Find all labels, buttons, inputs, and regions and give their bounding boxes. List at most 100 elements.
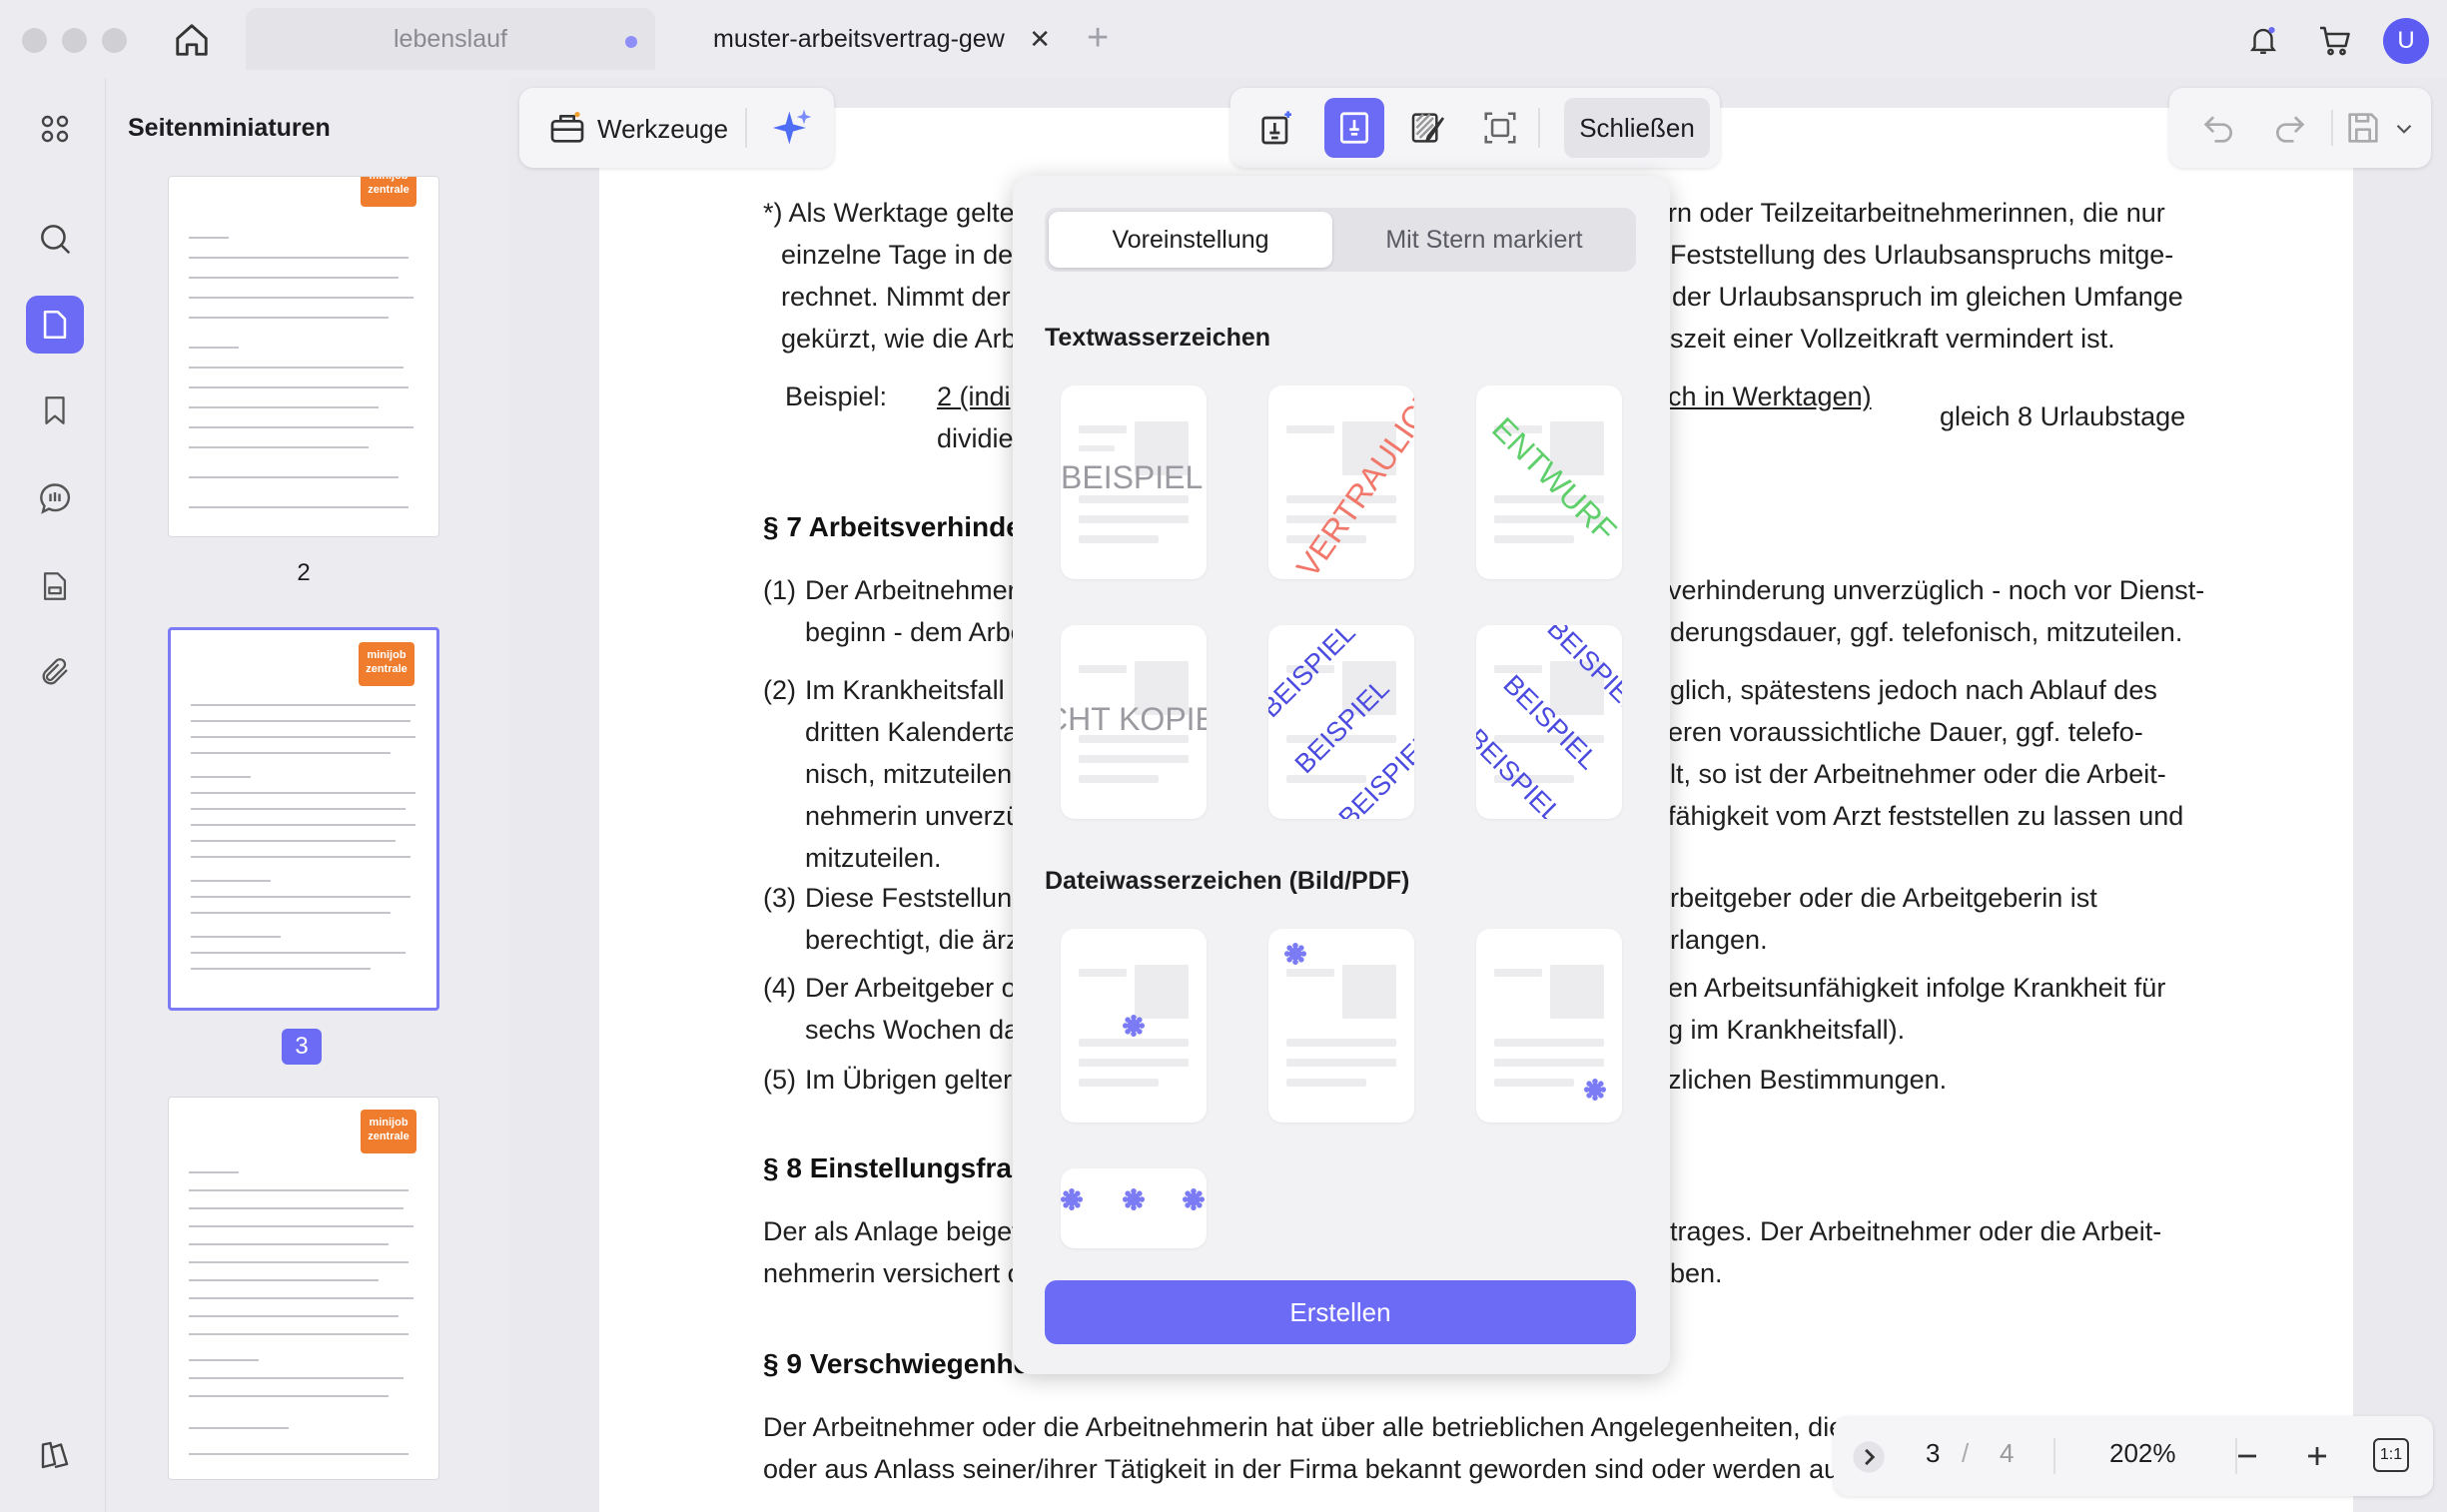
watermark-preview-text: NICHT KOPIEREN — [1061, 701, 1207, 737]
close-tab-icon[interactable]: ✕ — [1029, 24, 1051, 55]
file-watermark-preset-top-left[interactable] — [1268, 929, 1414, 1123]
unsaved-dot-icon — [625, 36, 637, 48]
tools-button[interactable]: Werkzeuge — [519, 88, 834, 168]
add-watermark-button[interactable] — [1246, 98, 1306, 158]
thumbnail-page-2[interactable]: minijob zentrale — [168, 176, 439, 537]
doc-line: nehmerin unverzü — [805, 801, 1022, 831]
doc-line: Feststellung des Urlaubsanspruchs mitge- — [1670, 240, 2174, 270]
file-watermark-preset-bottom-right[interactable] — [1476, 929, 1622, 1123]
comments-button[interactable] — [26, 469, 84, 527]
doc-line: einzelne Tage in der — [781, 240, 1023, 270]
window-zoom-button[interactable] — [102, 28, 127, 53]
doc-line: en Arbeitsunfähigkeit infolge Krankheit … — [1668, 973, 2166, 1003]
watermark-preset-nicht-kopieren[interactable]: NICHT KOPIEREN — [1061, 625, 1207, 819]
actual-size-button[interactable]: 1:1 — [2373, 1438, 2409, 1472]
history-toolbar — [2169, 88, 2431, 168]
doc-line: Der Arbeitgeber o — [805, 973, 1017, 1003]
watermark-preview-text: BEISPIEL — [1061, 459, 1204, 495]
doc-line: 2 (indi — [937, 381, 1011, 411]
tab-lebenslauf[interactable]: lebenslauf — [246, 8, 655, 70]
doc-line: Im Übrigen gelter — [805, 1065, 1013, 1095]
background-button[interactable] — [1398, 98, 1458, 158]
window-close-button[interactable] — [22, 28, 47, 53]
thumbnail-panel: Seitenminiaturen minijob zentrale 2 mini… — [106, 78, 509, 1512]
doc-line: trages. Der Arbeitnehmer oder die Arbeit… — [1670, 1216, 2162, 1246]
doc-line: Der Arbeitnehmer oder die Arbeitnehmerin… — [763, 1412, 1845, 1442]
file-watermark-preset-tiled[interactable] — [1061, 1168, 1207, 1248]
zoom-in-icon[interactable] — [2299, 1438, 2335, 1474]
thumbnail-page-number: 3 — [282, 1029, 322, 1065]
save-icon[interactable] — [2343, 108, 2383, 148]
watermark-preset-vertraulich[interactable]: VERTRAULICH — [1268, 385, 1414, 579]
ai-sparkle-icon[interactable] — [771, 106, 815, 150]
search-icon — [41, 225, 71, 255]
doc-line: rbeitgeber oder die Arbeitgeberin ist — [1670, 883, 2097, 913]
doc-line: verhinderung unverzüglich - noch vor Die… — [1668, 575, 2205, 605]
thumbnails-button[interactable] — [26, 296, 84, 354]
page-icon — [43, 310, 67, 340]
close-watermark-button[interactable]: Schließen — [1564, 98, 1710, 158]
theme-button[interactable] — [26, 1426, 84, 1484]
bell-icon — [2249, 26, 2277, 54]
page-navigation-bar: 3 / 4 202% 1:1 — [1834, 1416, 2433, 1496]
tab-label: muster-arbeitsvertrag-gew — [713, 24, 1005, 53]
preset-segmented-control: Voreinstellung Mit Stern markiert — [1045, 208, 1636, 272]
tab-muster-arbeitsvertrag[interactable]: muster-arbeitsvertrag-gew ✕ — [663, 8, 1063, 70]
doc-line: derungsdauer, ggf. telefonisch, mitzutei… — [1670, 617, 2183, 647]
background-brush-icon — [1411, 113, 1445, 143]
cart-button[interactable] — [2313, 18, 2357, 62]
doc-line: lt, so ist der Arbeitnehmer oder die Arb… — [1670, 759, 2166, 789]
create-watermark-button[interactable]: Erstellen — [1045, 1280, 1636, 1344]
doc-line: sechs Wochen da — [805, 1015, 1020, 1045]
bookmark-icon — [45, 396, 65, 424]
new-tab-button[interactable]: + — [1087, 18, 1109, 58]
palette-icon — [41, 1441, 69, 1469]
chevron-right-icon[interactable] — [1852, 1440, 1886, 1474]
doc-line: mitzuteilen. — [805, 843, 942, 873]
doc-line: Der als Anlage beigef — [763, 1216, 1020, 1246]
redo-icon[interactable] — [2269, 108, 2309, 148]
search-button[interactable] — [26, 210, 84, 268]
doc-line: dividie — [937, 423, 1014, 453]
file-watermark-heading: Dateiwasserzeichen (Bild/PDF) — [1045, 867, 1410, 895]
current-page-input[interactable]: 3 — [1926, 1438, 1940, 1469]
zoom-out-icon[interactable] — [2229, 1438, 2265, 1474]
tab-starred[interactable]: Mit Stern markiert — [1336, 212, 1632, 268]
image-watermark-icon — [1123, 1188, 1145, 1210]
doc-line: ch in Werktagen) — [1668, 381, 1872, 411]
undo-icon[interactable] — [2199, 108, 2239, 148]
watermark-preset-beispiel-gray[interactable]: BEISPIEL — [1061, 385, 1207, 579]
forms-button[interactable] — [26, 557, 84, 615]
tab-preset[interactable]: Voreinstellung — [1049, 212, 1332, 268]
file-watermark-preset-center[interactable] — [1061, 929, 1207, 1123]
edit-watermark-button[interactable] — [1324, 98, 1384, 158]
doc-line: der Urlaubsanspruch im gleichen Umfange — [1672, 282, 2183, 312]
crop-button[interactable] — [1470, 98, 1530, 158]
watermark-preset-entwurf[interactable]: ENTWURF — [1476, 385, 1622, 579]
thumbnail-page-4[interactable]: minijob zentrale — [168, 1097, 439, 1480]
thumbnail-page-3[interactable]: minijob zentrale — [168, 627, 439, 1011]
comment-icon — [40, 483, 70, 514]
watermark-preset-beispiel-tiled-alt[interactable]: BEISPIEL BEISPIEL BEISPIEL — [1476, 625, 1622, 819]
paperclip-icon — [42, 658, 68, 685]
doc-line: szeit einer Vollzeitkraft vermindert ist… — [1670, 324, 2115, 354]
apps-button[interactable] — [26, 100, 84, 158]
window-minimize-button[interactable] — [62, 28, 87, 53]
user-avatar[interactable]: U — [2383, 18, 2429, 64]
watermark-preset-beispiel-tiled[interactable]: BEISPIEL BEISPIEL BEISPIEL — [1268, 625, 1414, 819]
toolbox-icon — [550, 112, 584, 143]
home-icon — [176, 24, 208, 56]
section-heading: § 8 Einstellungsfrag — [763, 1152, 1030, 1183]
chevron-down-icon[interactable] — [2391, 116, 2417, 142]
home-button[interactable] — [166, 18, 218, 62]
logo: minijob zentrale — [361, 1110, 416, 1153]
notifications-button[interactable] — [2241, 18, 2285, 62]
bookmarks-button[interactable] — [26, 381, 84, 439]
doc-line: gekürzt, wie die Arb — [781, 324, 1017, 354]
zoom-level[interactable]: 202% — [2109, 1438, 2176, 1469]
doc-line: nisch, mitzuteilen — [805, 759, 1013, 789]
attachments-button[interactable] — [26, 643, 84, 701]
section-heading: § 7 Arbeitsverhinde — [763, 511, 1022, 542]
watermark-toolbar: Schließen — [1230, 88, 1720, 168]
doc-line: (4) — [763, 973, 796, 1003]
